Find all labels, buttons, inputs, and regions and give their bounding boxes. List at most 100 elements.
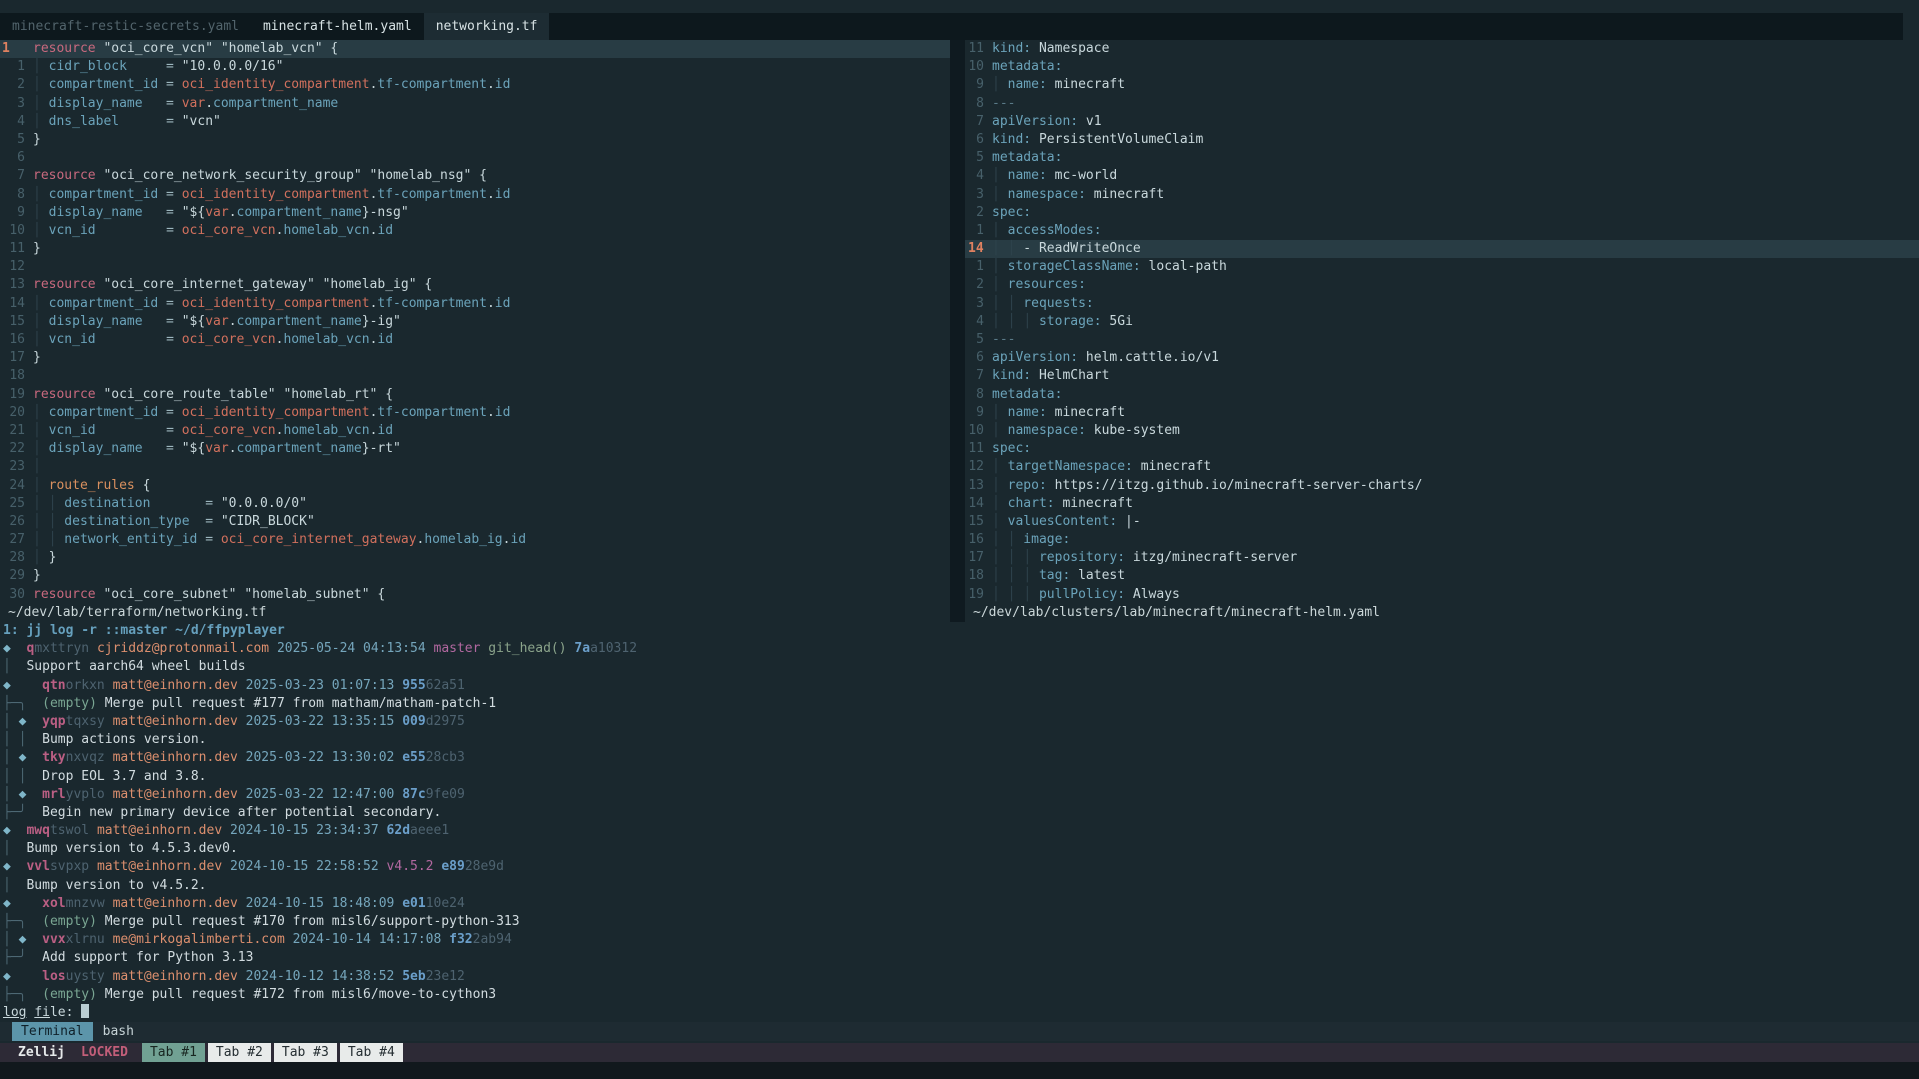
line-number: 9 [0, 204, 33, 222]
terminal-line: │ Bump version to 4.5.3.dev0. [3, 840, 1915, 858]
line-number: 20 [0, 404, 33, 422]
code-segment [41, 532, 49, 547]
line-number: 19 [0, 386, 33, 404]
code-segment: │ [1023, 587, 1031, 602]
code-segment: │ [992, 241, 1000, 256]
code-segment: aeee1 [410, 823, 449, 838]
code-segment: │ [3, 750, 19, 765]
editor-line: 3│ │ requests: [965, 295, 1919, 313]
code-segment [105, 896, 113, 911]
zellij-tab-2[interactable]: Tab #2 [208, 1043, 271, 1062]
editor-line: 10│ namespace: kube-system [965, 422, 1919, 440]
editor-line: 9│ name: minecraft [965, 404, 1919, 422]
code-segment: chart: [1000, 496, 1055, 511]
code-segment: 5Gi [1102, 314, 1133, 329]
code-segment: xlrnu [66, 932, 105, 947]
code-segment: pullPolicy: [1031, 587, 1125, 602]
code-segment: resource [33, 168, 96, 183]
code-segment: repository: [1031, 550, 1125, 565]
code-segment: mrl [42, 787, 65, 802]
code-segment [1000, 241, 1008, 256]
code-segment: los [42, 969, 65, 984]
code-segment: "oci_core_vcn" "homelab_vcn" [96, 41, 323, 56]
terminal-line: │ Bump version to v4.5.2. [3, 877, 1915, 895]
code-segment: tf-compartment [377, 296, 487, 311]
code-segment: yvplo [66, 787, 105, 802]
code-segment: 87c [402, 787, 425, 802]
code-segment: qtn [42, 678, 65, 693]
code-segment: Bump version to v4.5.2. [11, 878, 207, 893]
editor-line: 26│ │ destination_type = "CIDR_BLOCK" [0, 513, 950, 531]
code-segment: │ [33, 478, 41, 493]
code-segment: "oci_core_network_security_group" "homel… [96, 168, 472, 183]
code-segment: │ [992, 223, 1000, 238]
code-segment: tf-compartment [377, 405, 487, 420]
editor-line: 14│ │ - ReadWriteOnce [965, 240, 1919, 258]
code-segment: 2024-10-15 22:58:52 [230, 859, 379, 874]
code-segment: }-ig" [362, 314, 401, 329]
zellij-tab-4[interactable]: Tab #4 [340, 1043, 403, 1062]
code-segment: var [182, 96, 205, 111]
code-segment [89, 823, 97, 838]
code-segment: id [377, 223, 393, 238]
code-segment: minecraft [1047, 405, 1125, 420]
code-segment: │ [992, 423, 1000, 438]
terminal-cursor [81, 1004, 89, 1018]
code-segment [1000, 314, 1008, 329]
code-segment: │ [992, 514, 1000, 529]
line-number: 2 [965, 204, 992, 222]
code-segment: │ [992, 568, 1000, 583]
editor-pane-terraform[interactable]: 1resource "oci_core_vcn" "homelab_vcn" {… [0, 40, 950, 604]
buffer-tab-minecraft-helm[interactable]: minecraft-helm.yaml [251, 13, 424, 40]
code-segment: PersistentVolumeClaim [1031, 132, 1203, 147]
terminal-tab-bash[interactable]: bash [103, 1024, 134, 1039]
code-segment: homelab_vcn [283, 423, 369, 438]
code-segment: = [119, 114, 182, 129]
code-segment: (empty) [42, 696, 97, 711]
terminal-line: ◆ xolmnzvw matt@einhorn.dev 2024-10-15 1… [3, 895, 1915, 913]
editor-line: 6 [0, 149, 950, 167]
code-segment: │ [33, 441, 41, 456]
code-segment: master [434, 641, 481, 656]
code-segment: matt@einhorn.dev [113, 678, 238, 693]
zellij-status-bar: Zellij LOCKED Tab #1 Tab #2 Tab #3 Tab #… [0, 1043, 1919, 1062]
code-segment: d2975 [426, 714, 465, 729]
code-segment: repo: [1000, 478, 1047, 493]
code-segment: 2025-03-22 12:47:00 [246, 787, 395, 802]
code-segment: storageClassName: [1000, 259, 1141, 274]
code-segment: e01 [402, 896, 425, 911]
zellij-tab-3[interactable]: Tab #3 [274, 1043, 337, 1062]
buffer-tab-networking[interactable]: networking.tf [424, 13, 550, 40]
buffer-tab-restic-secrets[interactable]: minecraft-restic-secrets.yaml [0, 13, 251, 40]
statusline-right-path: ~/dev/lab/clusters/lab/minecraft/minecra… [973, 604, 1380, 622]
code-segment [1000, 550, 1008, 565]
code-segment: 28cb3 [426, 750, 465, 765]
line-number: 3 [965, 295, 992, 313]
terminal-line: ◆ qtnorkxn matt@einhorn.dev 2025-03-23 0… [3, 677, 1915, 695]
editor-line: 1│ accessModes: [965, 222, 1919, 240]
code-segment: var [205, 205, 228, 220]
editor-pane-yaml[interactable]: 11kind: Namespace10metadata: 9│ name: mi… [965, 40, 1919, 604]
editor-line: 17} [0, 349, 950, 367]
code-segment [11, 641, 27, 656]
code-segment: kind: [992, 368, 1031, 383]
terminal-line: │ │ Bump actions version. [3, 731, 1915, 749]
terminal-line: │ Support aarch64 wheel builds [3, 658, 1915, 676]
editor-line: 23│ [0, 458, 950, 476]
terminal-line: │ ◆ vvxxlrnu me@mirkogalimberti.com 2024… [3, 931, 1915, 949]
editor-line: 7kind: HelmChart [965, 367, 1919, 385]
code-segment: cjriddz@protonmail.com [97, 641, 269, 656]
line-number: 1 [0, 40, 33, 58]
terminal-line: ◆ qmxttryn cjriddz@protonmail.com 2025-0… [3, 640, 1915, 658]
code-segment: Namespace [1031, 41, 1109, 56]
zellij-tab-1[interactable]: Tab #1 [142, 1043, 205, 1062]
line-number: 4 [965, 167, 992, 185]
code-segment: │ [33, 314, 41, 329]
code-segment: │ [33, 532, 41, 547]
code-segment: targetNamespace: [1000, 459, 1133, 474]
code-segment [11, 678, 42, 693]
terminal-tab-active[interactable]: Terminal [12, 1022, 93, 1041]
terminal-pane[interactable]: 1: jj log -r ::master ~/d/ffpyplayer◆ qm… [3, 622, 1915, 1022]
code-segment [238, 750, 246, 765]
code-segment: name: [1000, 77, 1047, 92]
